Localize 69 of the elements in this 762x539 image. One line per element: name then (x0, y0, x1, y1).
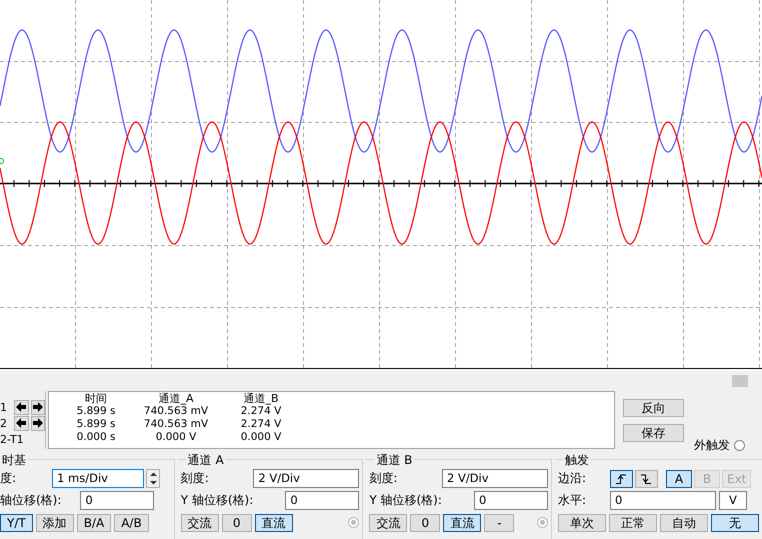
readout-value: 2.274 V (240, 405, 282, 418)
column-header: 通道_A (157, 392, 195, 405)
rising-edge-icon (615, 474, 628, 484)
readout-value: 740.563 mV (142, 405, 210, 418)
edge-button[interactable] (610, 470, 633, 488)
field-label: 度: (0, 470, 16, 487)
scroll-thumb[interactable] (732, 375, 748, 387)
readout-value: 0.000 s (76, 431, 116, 444)
cursor-right-button[interactable] (30, 400, 45, 414)
side-button[interactable]: 保存 (623, 424, 684, 442)
coupling-button[interactable]: 交流 (369, 514, 408, 532)
readout-value: 5.899 s (76, 405, 116, 418)
coupling-button[interactable]: 0 (222, 514, 252, 532)
readout-value: 740.563 mV (142, 418, 210, 431)
trigger-mode-button[interactable]: 自动 (660, 514, 708, 532)
right-arrow-icon (32, 418, 43, 428)
side-button[interactable]: 反向 (623, 399, 684, 417)
offset-field[interactable]: 0 (80, 491, 154, 510)
coupling-button[interactable]: 直流 (443, 514, 482, 532)
right-arrow-icon (32, 402, 43, 412)
display-mode-button[interactable]: A/B (114, 514, 149, 532)
scale-field[interactable]: 1 ms/Div (52, 469, 144, 488)
trigger-mode-button[interactable]: 正常 (608, 514, 657, 532)
column-header: 通道_B (242, 392, 280, 405)
coupling-button[interactable]: 交流 (180, 514, 219, 532)
display-mode-button[interactable]: 添加 (36, 514, 74, 532)
cursor-right-button[interactable] (30, 416, 45, 430)
display-mode-button[interactable]: Y/T (0, 514, 33, 532)
group-title: 触发 (562, 452, 591, 469)
radio-button[interactable] (348, 517, 360, 528)
field-label: 刻度: (180, 470, 209, 487)
left-arrow-icon (16, 418, 26, 428)
unit-field[interactable]: V (718, 491, 747, 510)
cursor-label: 1 (0, 400, 8, 414)
readout-value: 0.000 V (154, 431, 198, 444)
cursor-left-button[interactable] (14, 400, 28, 414)
offset-field[interactable]: 0 (285, 491, 360, 510)
readout-value: 0.000 V (240, 431, 282, 444)
field-label: 水平: (558, 492, 588, 509)
left-arrow-icon (16, 402, 26, 412)
readout-value: 2.274 V (240, 418, 282, 431)
external-trigger-radio[interactable] (734, 440, 745, 451)
offset-field[interactable]: 0 (474, 491, 548, 510)
field-label: 刻度: (369, 470, 398, 487)
column-header: 时间 (84, 392, 108, 405)
scale-field[interactable]: 2 V/Div (442, 469, 548, 488)
field-label: 轴位移(格): (0, 492, 62, 509)
trigger-mode-button[interactable]: 单次 (558, 514, 606, 532)
field-label: 边沿: (558, 470, 588, 487)
coupling-button[interactable]: 0 (410, 514, 440, 532)
cursor-label: 2-T1 (0, 432, 24, 446)
coupling-button[interactable]: - (484, 514, 514, 532)
coupling-button[interactable]: 直流 (254, 514, 293, 532)
readout-value: 5.899 s (76, 418, 116, 431)
scale-field[interactable]: 2 V/Div (253, 469, 360, 488)
display-mode-button[interactable]: B/A (76, 514, 112, 532)
falling-edge-icon (640, 474, 652, 484)
trigger-marker-icon (0, 158, 4, 164)
external-trigger-label: 外触发 (694, 437, 730, 454)
radio-button[interactable] (536, 517, 548, 528)
edge-button[interactable] (634, 470, 658, 488)
trigger-mode-button[interactable]: 无 (710, 514, 759, 532)
source-button[interactable]: A (666, 470, 692, 488)
cursor-left-button[interactable] (14, 416, 28, 430)
level-field[interactable]: 0 (610, 491, 716, 510)
cursor-label: 2 (0, 416, 8, 430)
spinner-button[interactable] (146, 469, 160, 488)
field-label: Y 轴位移(格): (180, 492, 254, 509)
field-label: Y 轴位移(格): (369, 492, 442, 509)
